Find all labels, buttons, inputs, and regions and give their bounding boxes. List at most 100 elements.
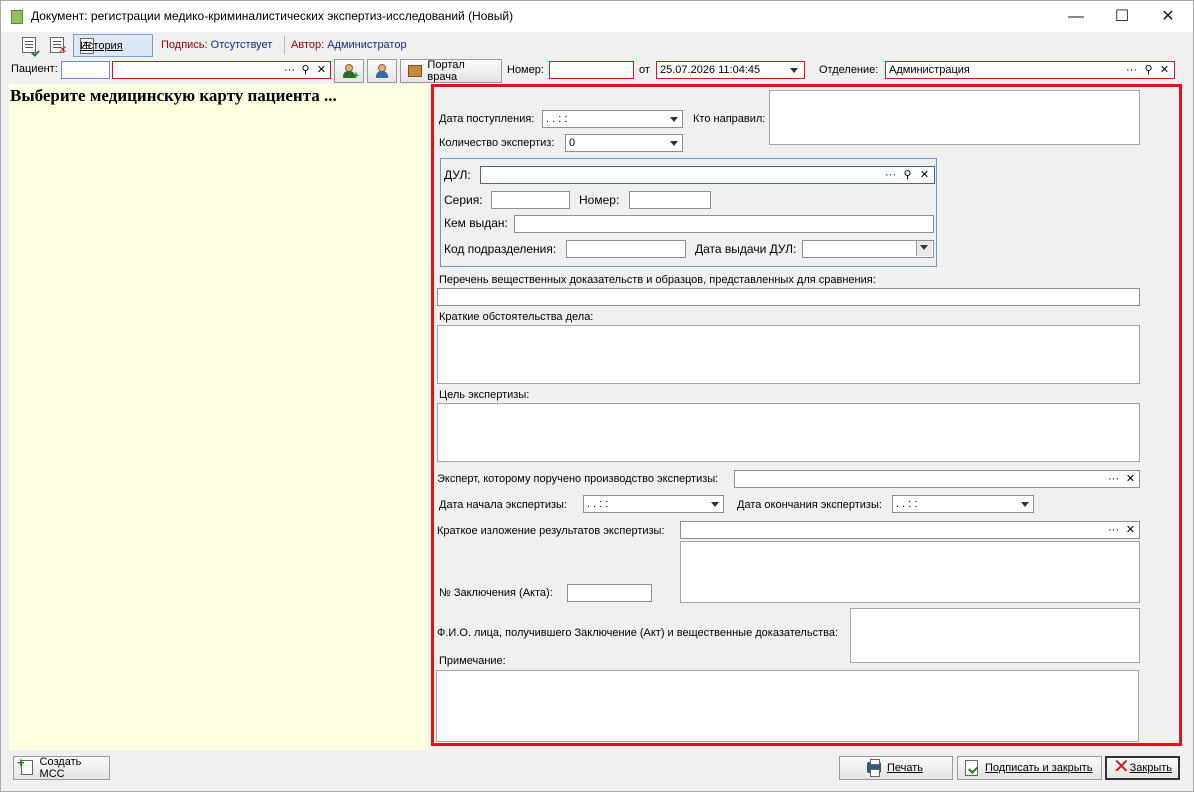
history-label: История xyxy=(80,39,123,52)
window-title: Документ: регистрации медико-криминалист… xyxy=(31,9,514,23)
maximize-button[interactable]: ☐ xyxy=(1099,1,1145,32)
evidence-label: Перечень вещественных доказательств и об… xyxy=(439,274,876,286)
unsign-document-button[interactable]: ✕ xyxy=(45,34,69,56)
search-icon[interactable]: ⚲ xyxy=(298,62,313,78)
signature-status: Подпись: Отсутствует xyxy=(161,39,272,51)
expert-input[interactable]: ··· ✕ xyxy=(734,470,1140,488)
expert-label: Эксперт, которому поручено производство … xyxy=(437,473,719,485)
issue-date-label: Дата выдачи ДУЛ: xyxy=(695,242,797,256)
create-mss-button[interactable]: Создать МСС xyxy=(13,755,110,780)
sign-document-icon xyxy=(22,37,40,57)
end-date-input[interactable]: . . : : xyxy=(892,495,1034,513)
add-person-icon: + xyxy=(341,63,359,82)
dropdown-button[interactable] xyxy=(916,241,932,256)
sent-by-textarea[interactable] xyxy=(769,90,1140,145)
create-mss-label: Создать МСС xyxy=(39,756,82,780)
chevron-down-icon[interactable] xyxy=(711,502,719,507)
sign-and-close-label: Подписать и закрыть xyxy=(985,762,1093,774)
printer-icon xyxy=(866,759,882,777)
dul-label: ДУЛ: xyxy=(444,168,471,182)
arrival-date-input[interactable]: . . : : xyxy=(542,110,683,128)
main-toolbar: ✕ История Подпись: Отсутствует Автор: Ад… xyxy=(1,32,1193,59)
chevron-down-icon[interactable] xyxy=(790,68,798,73)
search-icon[interactable]: ⚲ xyxy=(1141,62,1156,78)
note-label: Примечание: xyxy=(439,655,506,667)
sign-document-button[interactable] xyxy=(17,34,41,57)
doctor-portal-label: Портал врача xyxy=(427,59,465,83)
patient-card-pane[interactable]: Выберите медицинскую карту пациента ... xyxy=(9,84,429,750)
more-icon[interactable]: ··· xyxy=(1106,471,1121,487)
sent-by-label: Кто направил: xyxy=(693,113,766,125)
dept-code-input[interactable] xyxy=(566,240,686,258)
series-input[interactable] xyxy=(491,191,570,209)
recipient-textarea[interactable] xyxy=(850,608,1140,663)
circumstances-label: Краткие обстоятельства дела: xyxy=(439,311,594,323)
count-select[interactable]: 0 xyxy=(565,134,683,152)
issue-date-input[interactable] xyxy=(802,240,934,258)
from-label: от xyxy=(639,64,650,76)
clear-icon[interactable]: ✕ xyxy=(1123,471,1138,487)
patient-toolbar: Пациент: ··· ⚲ ✕ + Портал врача Номер: о… xyxy=(1,59,1193,83)
conclusion-number-input[interactable] xyxy=(567,584,652,602)
signature-value: Отсутствует xyxy=(210,39,273,51)
more-icon[interactable]: ··· xyxy=(1124,62,1139,78)
minimize-button[interactable]: — xyxy=(1053,1,1099,32)
expertise-form: Дата поступления: . . : : Кто направил: … xyxy=(431,84,1182,746)
issued-by-input[interactable] xyxy=(514,215,934,233)
add-patient-button[interactable]: + xyxy=(334,59,364,83)
dul-number-input[interactable] xyxy=(629,191,711,209)
summary-textarea[interactable] xyxy=(680,541,1140,603)
purpose-textarea[interactable] xyxy=(437,403,1140,462)
clear-icon[interactable]: ✕ xyxy=(1157,62,1172,78)
app-icon xyxy=(11,10,23,24)
clear-icon[interactable]: ✕ xyxy=(917,167,932,183)
note-textarea[interactable] xyxy=(436,670,1139,742)
number-label: Номер: xyxy=(507,64,544,76)
close-button[interactable]: ✕ Закрыть xyxy=(1105,756,1180,780)
chevron-down-icon[interactable] xyxy=(670,141,678,146)
start-date-input[interactable]: . . : : xyxy=(583,495,724,513)
unsign-document-icon: ✕ xyxy=(50,37,67,56)
doctor-portal-button[interactable]: Портал врача xyxy=(400,59,502,83)
toolbar-divider xyxy=(284,36,285,54)
recipient-label: Ф.И.О. лица, получившего Заключение (Акт… xyxy=(437,627,839,639)
series-label: Серия: xyxy=(444,193,483,207)
document-date-input[interactable]: 25.07.2026 11:04:45 xyxy=(656,61,805,79)
evidence-input[interactable] xyxy=(437,288,1140,306)
purpose-label: Цель экспертизы: xyxy=(439,389,530,401)
start-date-label: Дата начала экспертизы: xyxy=(439,499,567,511)
patient-label: Пациент: xyxy=(11,63,58,75)
department-input[interactable]: Администрация ··· ⚲ ✕ xyxy=(885,61,1175,79)
print-button[interactable]: Печать xyxy=(839,756,953,780)
patient-name-input[interactable]: ··· ⚲ ✕ xyxy=(112,61,331,79)
chevron-down-icon[interactable] xyxy=(670,117,678,122)
close-window-button[interactable]: ✕ xyxy=(1145,1,1191,32)
dul-number-label: Номер: xyxy=(579,193,620,207)
number-input[interactable] xyxy=(549,61,634,79)
history-button[interactable]: История xyxy=(73,34,153,57)
search-icon[interactable]: ⚲ xyxy=(900,167,915,183)
patient-code-input[interactable] xyxy=(61,61,110,79)
sign-icon xyxy=(964,760,980,776)
clear-icon[interactable]: ✕ xyxy=(314,62,329,78)
close-label: Закрыть xyxy=(1129,762,1172,774)
count-label: Количество экспертиз: xyxy=(439,137,555,149)
summary-input[interactable]: ··· ✕ xyxy=(680,521,1140,539)
print-label: Печать xyxy=(887,762,924,774)
document-window: Документ: регистрации медико-криминалист… xyxy=(0,0,1194,792)
more-icon[interactable]: ··· xyxy=(1106,522,1121,538)
clear-icon[interactable]: ✕ xyxy=(1123,522,1138,538)
close-icon: ✕ xyxy=(1113,756,1130,778)
title-bar: Документ: регистрации медико-криминалист… xyxy=(1,1,1193,32)
chevron-down-icon[interactable] xyxy=(1021,502,1029,507)
department-label: Отделение: xyxy=(819,64,879,76)
signature-label: Подпись: xyxy=(161,39,208,51)
new-document-icon xyxy=(17,755,35,776)
identity-document-group: ДУЛ: ··· ⚲ ✕ Серия: Номер: Кем выдан: Ко… xyxy=(440,158,937,267)
more-icon[interactable]: ··· xyxy=(282,62,297,78)
dul-input[interactable]: ··· ⚲ ✕ xyxy=(480,166,935,184)
more-icon[interactable]: ··· xyxy=(883,167,898,183)
find-patient-button[interactable] xyxy=(367,59,397,83)
sign-and-close-button[interactable]: Подписать и закрыть xyxy=(957,756,1102,780)
circumstances-textarea[interactable] xyxy=(437,325,1140,384)
